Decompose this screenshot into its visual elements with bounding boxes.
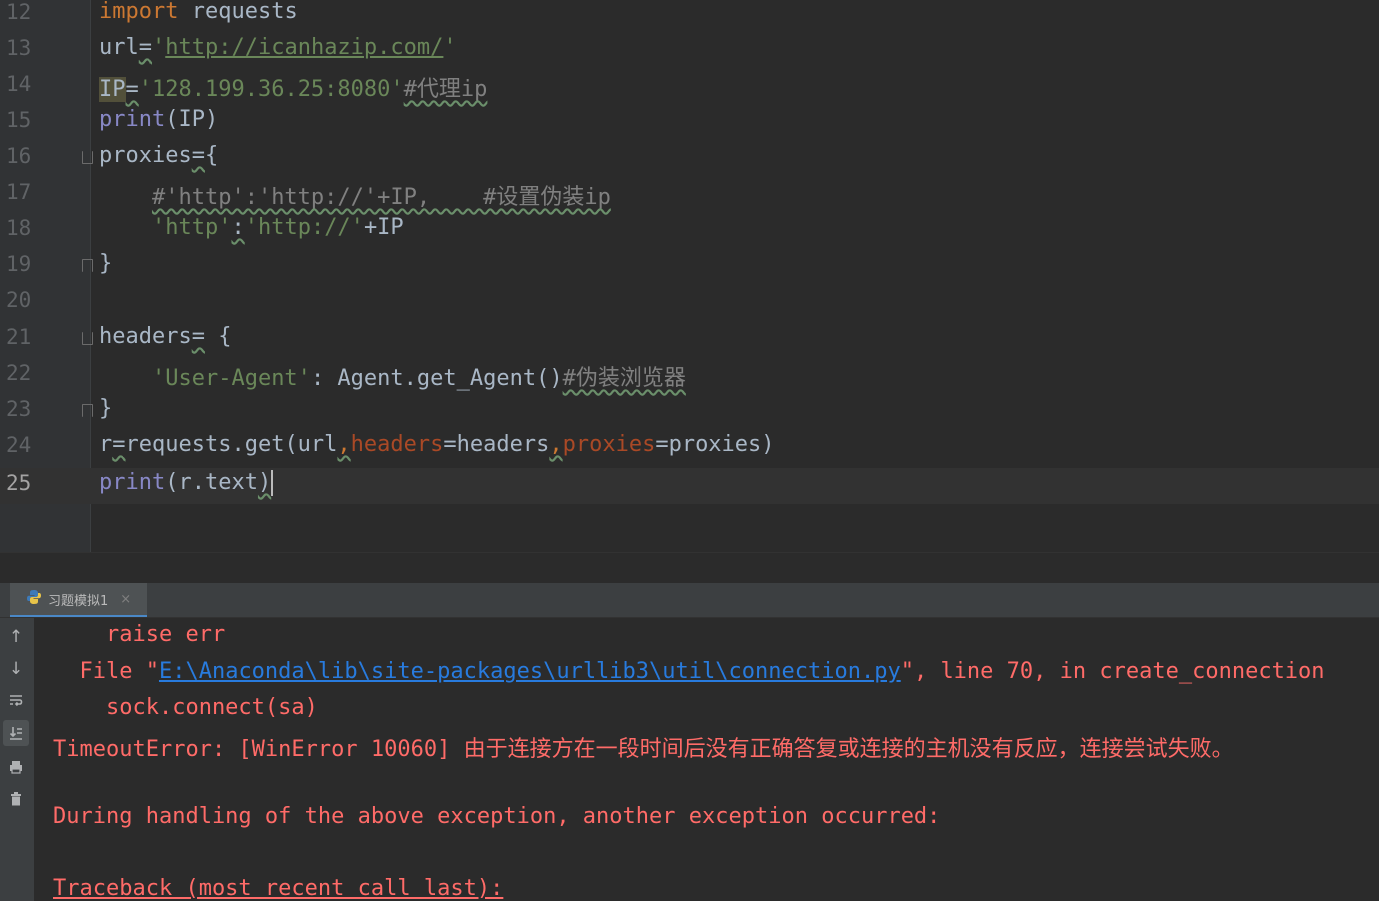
code-line-19[interactable]: 19 } [0,249,1379,285]
code-line-16[interactable]: 16 proxies={ [0,141,1379,177]
print-icon[interactable] [3,754,29,780]
line-number: 24 [6,433,32,457]
line-number: 17 [6,180,32,204]
console-line: During handling of the above exception, … [53,804,941,829]
line-number: 23 [6,397,32,421]
run-console[interactable]: raise err File "E:\Anaconda\lib\site-pac… [34,618,1379,901]
code-text[interactable]: import requests [99,0,298,24]
run-toolbar: ↑ ↓ [0,618,34,901]
line-number: 19 [6,252,32,276]
console-line: File "E:\Anaconda\lib\site-packages\urll… [53,659,1325,684]
line-number: 18 [6,216,32,240]
code-text[interactable]: print(r.text) [99,470,274,496]
code-text[interactable]: print(IP) [99,107,218,132]
line-number: 22 [6,361,32,385]
code-line-18[interactable]: 18 'http':'http://'+IP [0,213,1379,249]
line-number: 21 [6,325,32,349]
code-text[interactable]: } [99,251,112,276]
code-line-13[interactable]: 13 url='http://icanhazip.com/' [0,33,1379,69]
fold-open-icon[interactable] [82,332,93,345]
line-number: 20 [6,288,32,312]
highlighted-identifier: IP [99,77,126,102]
code-text[interactable]: 'http':'http://'+IP [99,215,404,240]
traceback-header: Traceback (most recent call last): [53,876,504,901]
url-string: http://icanhazip.com/ [165,35,444,60]
code-line-15[interactable]: 15 print(IP) [0,105,1379,141]
line-number: 15 [6,108,32,132]
close-icon[interactable]: × [120,592,131,607]
code-line-20[interactable]: 20 [0,285,1379,321]
text-caret [271,470,274,496]
trash-icon[interactable] [3,786,29,812]
fold-open-icon[interactable] [82,151,93,164]
code-line-24[interactable]: 24 r=requests.get(url,headers=headers,pr… [0,430,1379,466]
code-text[interactable]: #'http':'http://'+IP, #设置伪装ip [99,179,611,211]
soft-wrap-icon[interactable] [3,688,29,714]
code-editor[interactable]: 12 import requests 13 url='http://icanha… [0,0,1379,552]
code-text[interactable]: r=requests.get(url,headers=headers,proxi… [99,432,775,457]
code-text[interactable]: IP='128.199.36.25:8080'#代理ip [99,71,487,103]
code-line-25[interactable]: 25 print(r.text) [0,468,1379,504]
line-number: 13 [6,36,32,60]
line-number: 16 [6,144,32,168]
fold-close-icon[interactable] [82,259,93,272]
code-line-12[interactable]: 12 import requests [0,0,1379,33]
python-icon [26,589,42,609]
code-line-14[interactable]: 14 IP='128.199.36.25:8080'#代理ip [0,69,1379,105]
line-number: 12 [6,0,32,24]
fold-close-icon[interactable] [82,404,93,417]
up-arrow-icon[interactable]: ↑ [3,624,29,650]
editor-spacer [0,552,1379,584]
code-text[interactable]: proxies={ [99,143,218,168]
code-line-22[interactable]: 22 'User-Agent': Agent.get_Agent()#伪装浏览器 [0,358,1379,394]
code-line-21[interactable]: 21 headers= { [0,322,1379,358]
console-line: sock.connect(sa) [53,695,318,720]
run-tab[interactable]: 习题模拟1 × [10,583,148,617]
file-path-link[interactable]: E:\Anaconda\lib\site-packages\urllib3\ut… [159,659,901,684]
line-number: 25 [6,471,32,495]
code-line-17[interactable]: 17 #'http':'http://'+IP, #设置伪装ip [0,177,1379,213]
code-line-23[interactable]: 23 } [0,394,1379,430]
run-tab-label: 习题模拟1 [48,593,109,609]
error-message: TimeoutError: [WinError 10060] 由于连接方在一段时… [53,737,1234,762]
code-text[interactable]: } [99,396,112,421]
console-line: raise err [53,622,226,647]
code-text[interactable]: 'User-Agent': Agent.get_Agent()#伪装浏览器 [99,360,686,392]
code-text[interactable]: url='http://icanhazip.com/' [99,35,457,60]
down-arrow-icon[interactable]: ↓ [3,656,29,682]
run-panel-header: 习题模拟1 × [0,583,1379,618]
code-text[interactable]: headers= { [99,324,231,349]
line-number: 14 [6,72,32,96]
scroll-to-end-icon[interactable] [3,720,29,746]
